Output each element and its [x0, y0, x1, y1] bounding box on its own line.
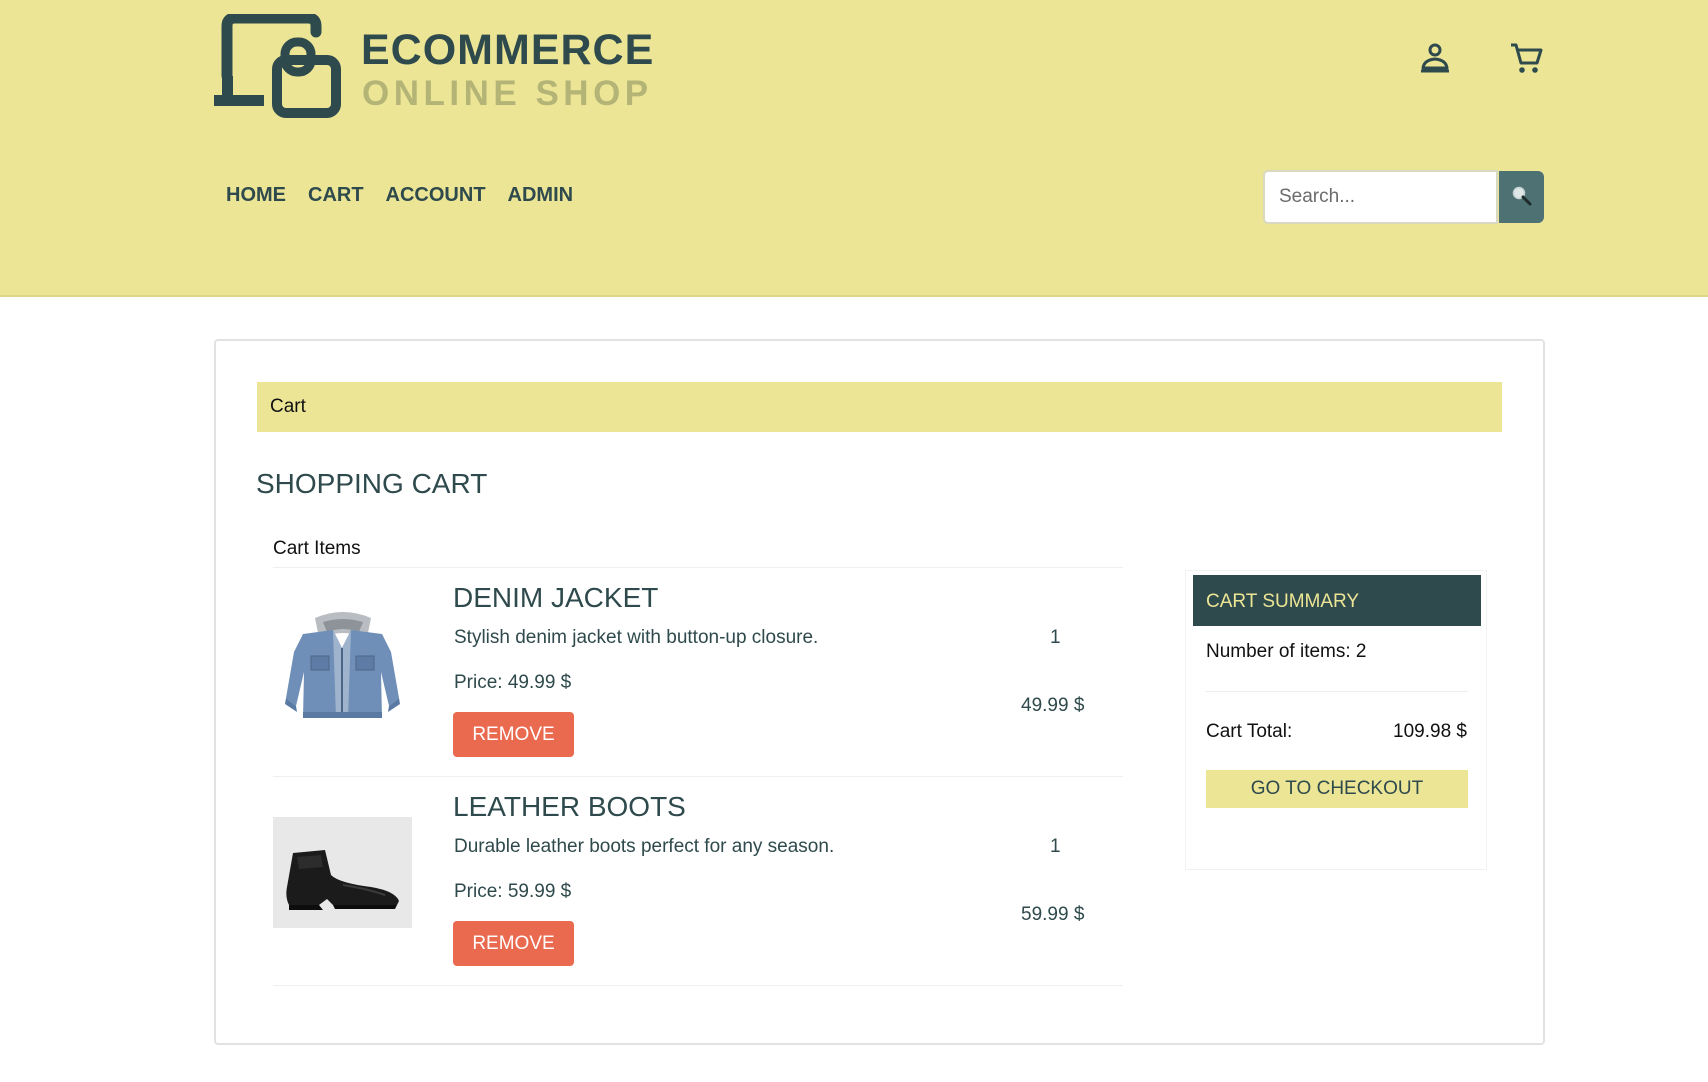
item-name[interactable]: DENIM JACKET [453, 582, 658, 614]
cart-summary: CART SUMMARY Number of items: 2 Cart Tot… [1185, 570, 1487, 870]
cart-items-label: Cart Items [273, 538, 361, 559]
checkout-button[interactable]: GO TO CHECKOUT [1206, 770, 1468, 808]
leather-boots-image [273, 817, 412, 928]
remove-button[interactable]: REMOVE [453, 921, 574, 966]
cart-item: DENIM JACKET Stylish denim jacket with b… [273, 568, 1123, 776]
cart-item: LEATHER BOOTS Durable leather boots perf… [273, 777, 1123, 985]
brand-subtitle: ONLINE SHOP [362, 74, 653, 113]
divider [1206, 691, 1468, 692]
item-price: Price: 49.99 $ [454, 672, 572, 693]
cart-icon[interactable] [1508, 40, 1544, 76]
laptop-lock-icon [214, 14, 341, 118]
search-icon [1512, 186, 1532, 206]
cart-total-value: 109.98 $ [1393, 721, 1467, 742]
breadcrumb: Cart [257, 382, 1502, 432]
page-title: SHOPPING CART [256, 468, 488, 499]
nav-cart[interactable]: CART [308, 184, 364, 207]
site-header: ECOMMERCE ONLINE SHOP HOME CART ACCOUNT … [0, 0, 1708, 297]
item-quantity: 1 [1050, 627, 1061, 648]
item-name[interactable]: LEATHER BOOTS [453, 791, 686, 823]
breadcrumb-current: Cart [270, 396, 306, 417]
cart-total-label: Cart Total: [1206, 721, 1293, 742]
main-nav: HOME CART ACCOUNT ADMIN [226, 184, 573, 207]
item-subtotal: 49.99 $ [1021, 695, 1085, 716]
item-price: Price: 59.99 $ [454, 881, 572, 902]
remove-button[interactable]: REMOVE [453, 712, 574, 757]
nav-account[interactable]: ACCOUNT [386, 184, 486, 207]
item-description: Stylish denim jacket with button-up clos… [454, 627, 819, 648]
nav-home[interactable]: HOME [226, 184, 286, 207]
item-description: Durable leather boots perfect for any se… [454, 836, 835, 857]
nav-admin[interactable]: ADMIN [508, 184, 574, 207]
brand-title: ECOMMERCE [361, 26, 655, 74]
cart-summary-header: CART SUMMARY [1193, 575, 1481, 626]
divider [273, 985, 1123, 986]
user-icon[interactable] [1417, 40, 1453, 76]
item-count: Number of items: 2 [1206, 641, 1367, 662]
denim-jacket-image [273, 608, 412, 719]
search-input[interactable] [1263, 170, 1498, 224]
item-quantity: 1 [1050, 836, 1061, 857]
item-subtotal: 59.99 $ [1021, 904, 1085, 925]
search-button[interactable] [1499, 171, 1544, 223]
cart-summary-title: CART SUMMARY [1206, 591, 1360, 612]
site-logo[interactable]: ECOMMERCE ONLINE SHOP [213, 14, 653, 120]
